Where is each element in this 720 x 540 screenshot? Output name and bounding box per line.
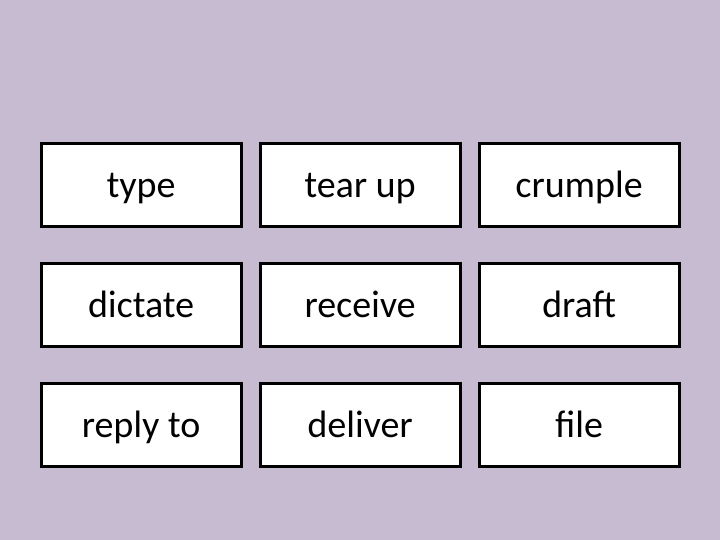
cell-6: reply to bbox=[40, 382, 243, 468]
cell-8: file bbox=[478, 382, 681, 468]
cell-label: dictate bbox=[88, 282, 194, 328]
word-grid: type tear up crumple dictate receive dra… bbox=[40, 142, 681, 468]
cell-2: crumple bbox=[478, 142, 681, 228]
cell-label: file bbox=[555, 402, 603, 448]
cell-label: tear up bbox=[304, 162, 415, 208]
cell-0: type bbox=[40, 142, 243, 228]
cell-label: draft bbox=[542, 282, 616, 328]
cell-7: deliver bbox=[259, 382, 462, 468]
cell-label: reply to bbox=[82, 402, 201, 448]
cell-label: crumple bbox=[515, 162, 642, 208]
cell-label: deliver bbox=[307, 402, 412, 448]
cell-3: dictate bbox=[40, 262, 243, 348]
cell-4: receive bbox=[259, 262, 462, 348]
cell-5: draft bbox=[478, 262, 681, 348]
cell-label: type bbox=[107, 162, 176, 208]
cell-label: receive bbox=[304, 282, 415, 328]
cell-1: tear up bbox=[259, 142, 462, 228]
